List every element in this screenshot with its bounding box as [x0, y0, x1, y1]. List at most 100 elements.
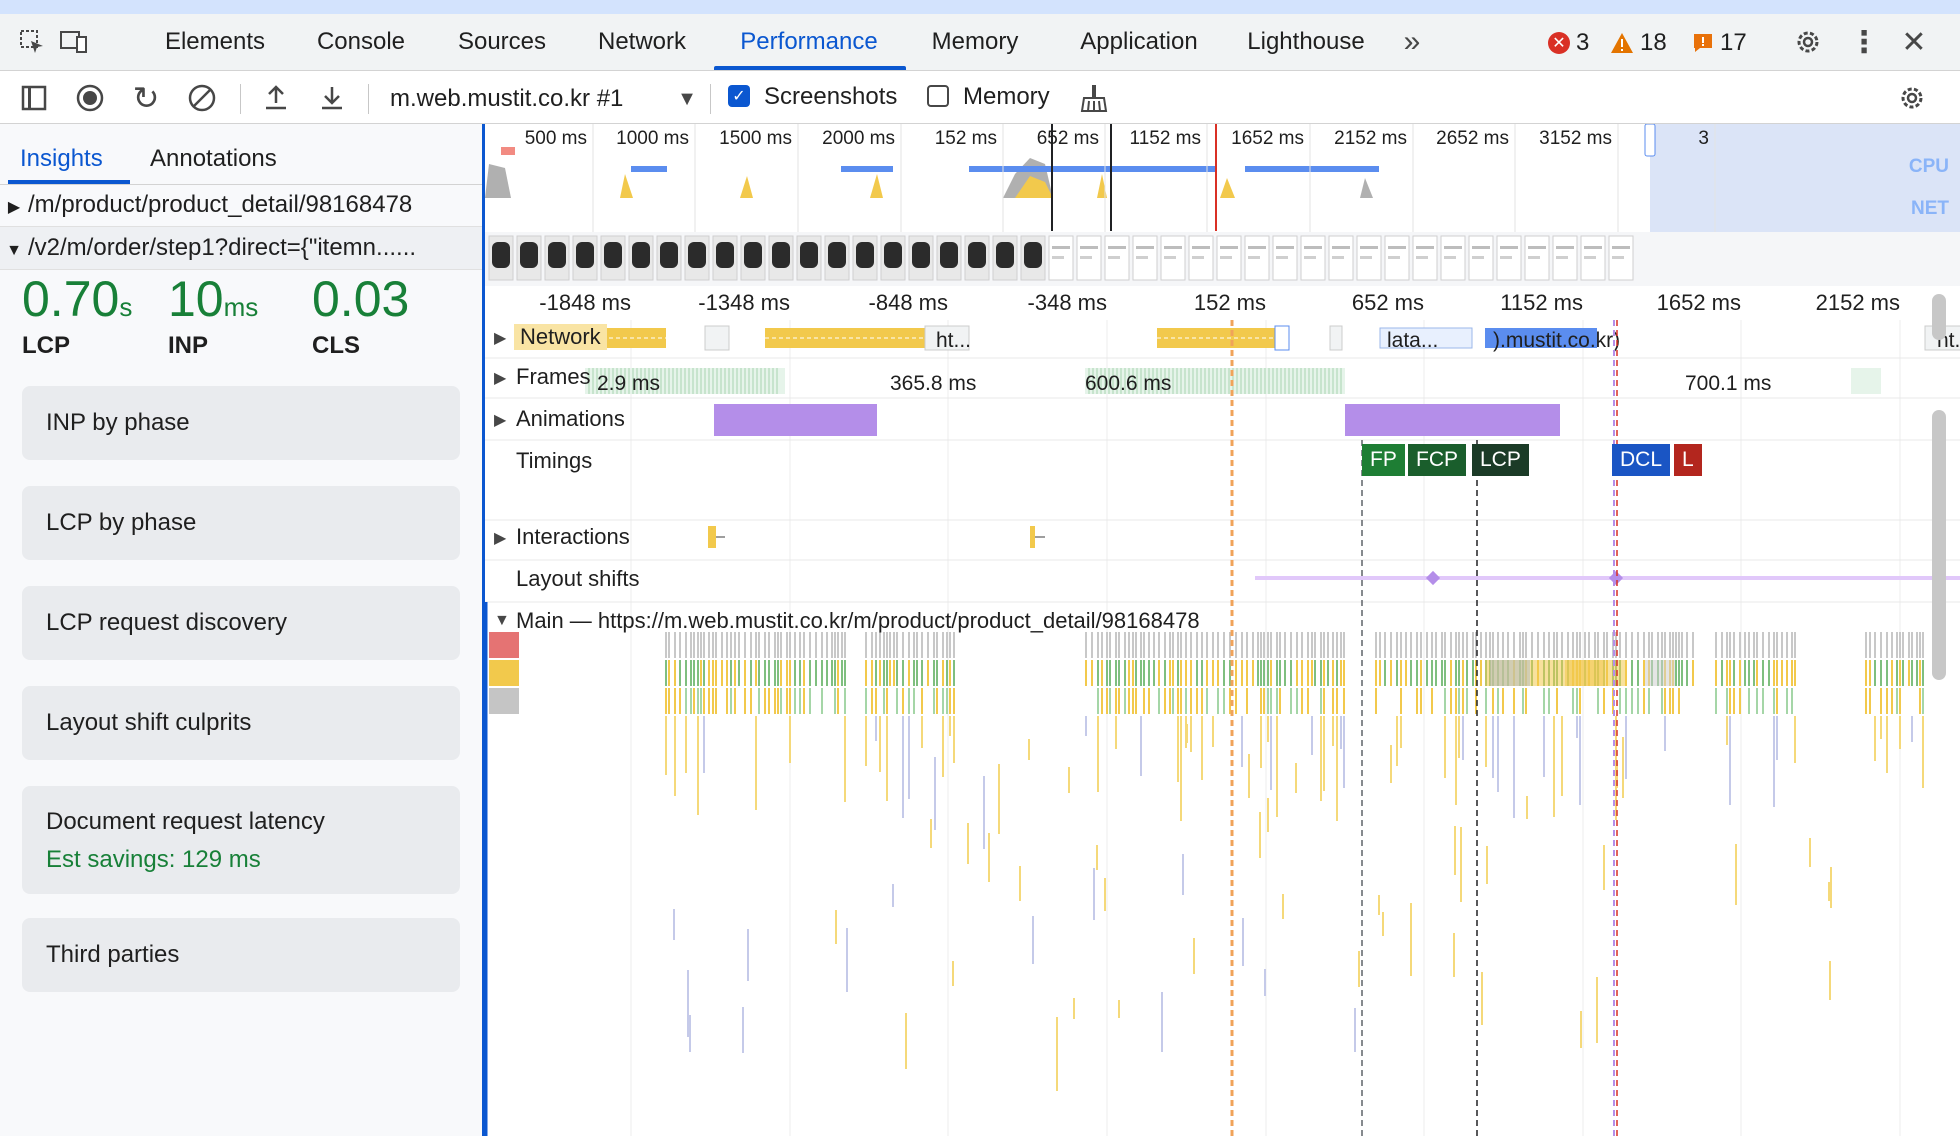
more-tabs-icon[interactable]: »: [1394, 24, 1430, 60]
main-thread-task: [1235, 632, 1237, 658]
insight-card-inp-by-phase[interactable]: INP by phase: [22, 386, 460, 460]
main-thread-task: [1692, 632, 1694, 658]
main-thread-task: [1466, 632, 1468, 658]
main-thread-task: [1416, 660, 1418, 686]
timing-marker-load[interactable]: L: [1674, 444, 1702, 476]
network-expand-triangle-icon[interactable]: ▶: [494, 328, 506, 348]
main-thread-call: [1267, 798, 1269, 832]
animations-track-label[interactable]: Animations: [516, 406, 625, 432]
insight-card-document-request-latency[interactable]: Document request latency Est savings: 12…: [22, 786, 460, 894]
upload-icon[interactable]: [258, 80, 294, 116]
timing-marker-lcp[interactable]: LCP: [1472, 444, 1529, 476]
tab-lighthouse[interactable]: Lighthouse: [1238, 14, 1374, 70]
main-thread-track-label[interactable]: Main — https://m.web.mustit.co.kr/m/prod…: [516, 608, 1200, 634]
inspect-element-icon[interactable]: [16, 26, 48, 58]
capture-settings-gear-icon[interactable]: [1894, 80, 1930, 116]
timing-marker-fcp[interactable]: FCP: [1408, 444, 1466, 476]
tab-sources[interactable]: Sources: [446, 14, 558, 70]
warning-icon: [1610, 32, 1634, 54]
animations-expand-triangle-icon[interactable]: ▶: [494, 410, 506, 430]
warning-badge[interactable]: 18: [1610, 26, 1667, 60]
kebab-menu-icon[interactable]: ⋮: [1846, 24, 1882, 60]
download-icon[interactable]: [314, 80, 350, 116]
main-thread-task: [1748, 688, 1750, 714]
sidebar-tab-insights[interactable]: Insights: [20, 134, 103, 184]
main-thread-task: [1276, 660, 1278, 686]
ruler-scrollbar-thumb[interactable]: [1932, 294, 1946, 340]
tab-application[interactable]: Application: [1064, 14, 1214, 70]
memory-checkbox[interactable]: [927, 85, 949, 107]
select-chevron-down-icon[interactable]: ▼: [674, 84, 700, 114]
main-thread-task: [1588, 632, 1590, 658]
tab-memory[interactable]: Memory: [918, 14, 1032, 70]
main-thread-task: [1257, 660, 1259, 686]
insight-card-lcp-by-phase[interactable]: LCP by phase: [22, 486, 460, 560]
filmstrip-screenshot-content: [1416, 246, 1434, 249]
main-thread-task: [1762, 688, 1764, 714]
insight-card-lcp-request-discovery[interactable]: LCP request discovery: [22, 586, 460, 660]
issues-badge[interactable]: 17: [1692, 26, 1747, 60]
timing-marker-fp[interactable]: FP: [1362, 444, 1405, 476]
main-thread-task: [1492, 632, 1494, 658]
screenshots-checkbox[interactable]: ✓: [728, 85, 750, 107]
garbage-collect-broom-icon[interactable]: [1076, 80, 1112, 116]
filmstrip-screenshot-content: [828, 242, 846, 268]
main-thread-task: [1124, 660, 1126, 686]
main-thread-call: [1161, 992, 1163, 1052]
main-thread-task: [1284, 632, 1286, 658]
insight-card-third-parties[interactable]: Third parties: [22, 918, 460, 992]
toggle-sidebar-icon[interactable]: [16, 80, 52, 116]
error-badge[interactable]: ✕ 3: [1548, 26, 1589, 60]
device-toolbar-icon[interactable]: [58, 26, 90, 58]
tab-network[interactable]: Network: [584, 14, 700, 70]
reload-record-icon[interactable]: ↻: [128, 80, 164, 116]
tab-console[interactable]: Console: [300, 14, 422, 70]
tab-elements[interactable]: Elements: [150, 14, 280, 70]
main-thread-task: [1576, 688, 1578, 714]
main-thread-call: [905, 1013, 907, 1069]
main-thread-task: [886, 688, 888, 714]
main-thread-task: [1603, 632, 1605, 658]
navigation-crumb-order-step1[interactable]: ▼/v2/m/order/step1?direct={"itemn......: [0, 227, 482, 270]
timeline-ruler[interactable]: -1848 ms -1348 ms -848 ms -348 ms 152 ms 652 …: [485, 286, 1960, 321]
timing-marker-dcl[interactable]: DCL: [1612, 444, 1671, 476]
main-thread-task: [1768, 660, 1770, 686]
main-thread-task: [1332, 660, 1334, 686]
sidebar-tab-annotations[interactable]: Annotations: [150, 134, 277, 184]
main-thread-call: [1382, 912, 1384, 936]
main-collapse-triangle-icon[interactable]: ▼: [494, 612, 510, 630]
timeline-tracks[interactable]: ht...lata...).mustit.co.kr)ht...2.9 ms36…: [485, 320, 1960, 1136]
main-thread-task: [679, 660, 681, 686]
filmstrip-screenshot-content: [1584, 256, 1596, 259]
main-thread-task: [786, 660, 788, 686]
interactions-track-label[interactable]: Interactions: [516, 524, 630, 550]
tracks-scrollbar-thumb[interactable]: [1932, 410, 1946, 680]
main-thread-task: [1497, 632, 1499, 658]
main-thread-task: [1135, 632, 1137, 658]
record-icon[interactable]: [72, 80, 108, 116]
settings-gear-icon[interactable]: [1790, 24, 1826, 60]
main-thread-call: [673, 909, 675, 940]
interactions-expand-triangle-icon[interactable]: ▶: [494, 528, 506, 548]
main-thread-task: [730, 688, 732, 714]
main-thread-task: [1340, 660, 1342, 686]
frames-track-label[interactable]: Frames: [516, 364, 591, 390]
tab-performance[interactable]: Performance: [720, 14, 898, 70]
clear-icon[interactable]: [184, 80, 220, 116]
main-thread-task: [1869, 632, 1871, 658]
main-thread-task: [1257, 632, 1259, 658]
main-thread-task: [768, 688, 770, 714]
main-thread-task: [1296, 688, 1298, 714]
filmstrip-screenshot-content: [1528, 256, 1540, 259]
main-thread-task: [1109, 688, 1111, 714]
close-icon[interactable]: ✕: [1896, 24, 1932, 60]
timeline-overview[interactable]: CPU NET 500 ms 1000 ms 1500 ms 2000 ms 152 m…: [485, 124, 1960, 287]
main-thread-call: [1899, 716, 1901, 749]
navigation-crumb-product-detail[interactable]: ▶/m/product/product_detail/98168478: [0, 184, 482, 227]
interaction-bar: [1030, 526, 1035, 548]
frames-expand-triangle-icon[interactable]: ▶: [494, 368, 506, 388]
insight-card-layout-shift-culprits[interactable]: Layout shift culprits: [22, 686, 460, 760]
overview-range-handle[interactable]: [1644, 124, 1656, 157]
network-track-label[interactable]: Network: [514, 324, 607, 350]
recording-select[interactable]: m.web.mustit.co.kr #1: [390, 82, 623, 116]
